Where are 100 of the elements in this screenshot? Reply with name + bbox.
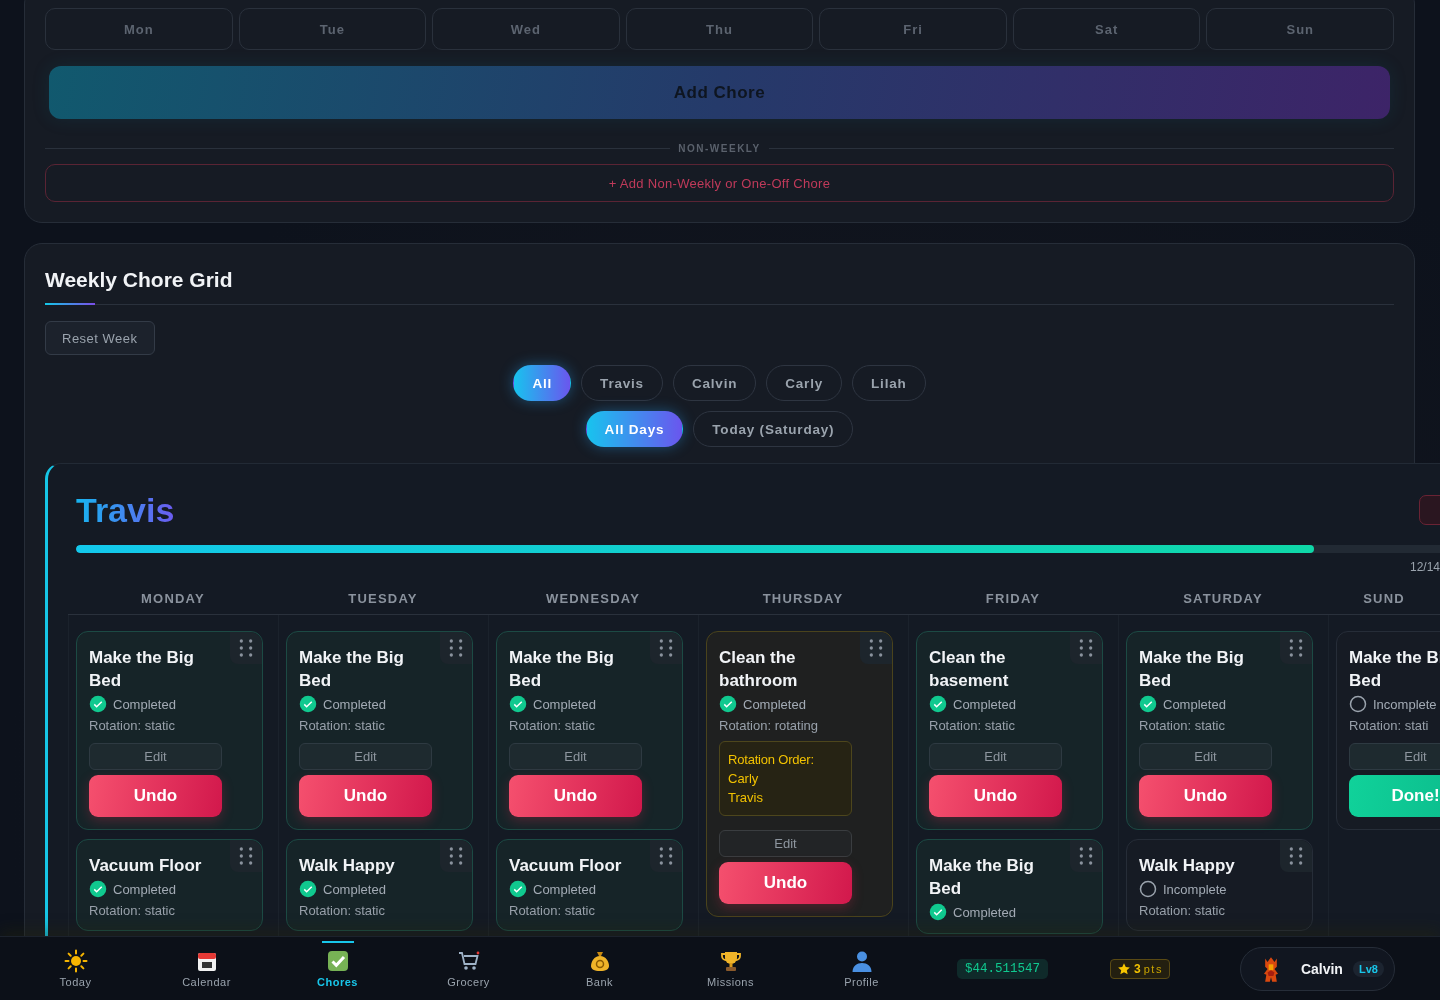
chore-title: Make the Big Bed [299,647,405,692]
add-non-weekly-button[interactable]: + Add Non-Weekly or One-Off Chore [45,164,1394,202]
chore-title: Make the Big Bed [509,647,615,692]
column-header: SUND [1362,590,1406,608]
title-underline [45,303,95,305]
drag-handle-icon[interactable] [230,632,262,664]
reset-week-button[interactable]: Reset Week [45,321,155,355]
drag-handle-icon[interactable] [1280,840,1312,872]
level-badge: Lv8 [1352,960,1384,977]
drag-handle-icon[interactable] [440,632,472,664]
edit-button[interactable]: Edit [1349,743,1440,770]
status-label: Completed [953,904,1016,920]
chore-title: Make the Big Bed [89,647,195,692]
drag-handle-icon[interactable] [1070,632,1102,664]
user-name: Calvin [1300,960,1343,977]
column-header: THURSDAY [761,590,845,608]
filter-pill[interactable]: Today (Saturday) [693,411,854,447]
checkbox-icon [325,949,350,973]
undo-button[interactable]: Undo [929,775,1062,817]
filter-pill[interactable]: Travis [581,365,663,401]
nav-tab[interactable]: Chores [272,937,403,1000]
status-label: Completed [1163,696,1226,712]
filter-pill[interactable]: All Days [585,411,684,447]
filter-pill[interactable]: Calvin [672,365,757,401]
nav-tab[interactable]: Missions [665,937,796,1000]
rotation-name: Travis [728,789,764,807]
user-chip[interactable]: Calvin Lv8 [1239,946,1395,991]
status-label: Completed [113,696,176,712]
rotation-name: Carly [728,770,760,788]
rotation-order-label: Rotation Order: [728,751,815,769]
nav-tab[interactable]: Profile [796,937,927,1000]
points-value: 3 [1134,961,1141,976]
filter-pill[interactable]: Lilah [852,365,926,401]
edit-button[interactable]: Edit [89,743,222,770]
drag-handle-icon[interactable] [230,840,262,872]
column-header: WEDNESDAY [544,590,642,608]
column-header: FRIDAY [984,590,1042,608]
chore-title: Vacuum Floor [89,855,203,877]
filter-pill[interactable]: Carly [766,365,843,401]
drag-handle-icon[interactable] [860,632,892,664]
edit-button[interactable]: Edit [509,743,642,770]
chore-title: Clean the bathroom [719,647,799,692]
day-toggle[interactable]: Mon [45,8,233,50]
rotation-label: Rotation: static [299,903,386,918]
rotation-label: Rotation: static [89,718,176,733]
day-toggle[interactable]: Sat [1012,8,1201,50]
drag-handle-icon[interactable] [650,632,682,664]
section-label: NON-WEEKLY [678,143,761,154]
day-toggle[interactable]: Tue [238,8,427,50]
status-label: Completed [743,696,806,712]
nav-tab[interactable]: Bank [534,937,665,1000]
status-label: Incomplete [1163,881,1227,897]
column-header: SATURDAY [1182,590,1264,608]
edit-button[interactable]: Edit [929,743,1062,770]
rotation-label: Rotation: stati [1349,718,1430,733]
star-icon [1117,961,1131,976]
undo-button[interactable]: Undo [299,775,432,817]
points-unit: pts [1143,962,1163,975]
filter-pill[interactable]: All [513,365,572,401]
edit-button[interactable]: Edit [299,743,432,770]
status-label: Completed [323,881,386,897]
progress-count: 12/14 [1409,560,1440,574]
rotation-label: Rotation: static [1139,903,1226,918]
edit-button[interactable]: Edit [1139,743,1272,770]
nav-tab[interactable]: Today [10,937,141,1000]
drag-handle-icon[interactable] [1070,840,1102,872]
chore-title: Clean the basement [929,647,1010,692]
rotation-label: Rotation: static [509,718,596,733]
nav-tab[interactable]: Calendar [141,937,272,1000]
edit-button[interactable]: Edit [719,830,852,857]
nav-tab[interactable]: Grocery [403,937,534,1000]
undo-button[interactable]: Undo [89,775,222,817]
rotation-label: Rotation: static [509,903,596,918]
day-toggle[interactable]: Thu [625,8,814,50]
chore-title: Vacuum Floor [509,855,623,877]
chore-title: Walk Happy [299,855,396,877]
drag-handle-icon[interactable] [1280,632,1312,664]
rotation-label: Rotation: rotating [719,718,819,733]
rotation-label: Rotation: static [299,718,386,733]
day-toggle[interactable]: Wed [432,8,620,50]
status-label: Completed [533,696,596,712]
chore-title: Make the Bi Bed [1349,647,1440,692]
day-toggle[interactable]: Sun [1206,8,1395,50]
status-label: Incomplete [1373,696,1437,712]
undo-button[interactable]: Undo [1139,775,1272,817]
column-header: MONDAY [140,590,206,608]
cart-icon [456,949,481,973]
undo-button[interactable]: Undo [719,862,852,904]
rotation-label: Rotation: static [929,718,1016,733]
drag-handle-icon[interactable] [440,840,472,872]
drag-handle-icon[interactable] [650,840,682,872]
column-header: TUESDAY [347,590,419,608]
sun-icon [63,949,88,973]
rotation-label: Rotation: static [89,903,176,918]
undo-button[interactable]: Undo [509,775,642,817]
status-label: Completed [323,696,386,712]
trophy-icon [718,949,743,973]
rotation-label: Rotation: static [1139,718,1226,733]
day-toggle[interactable]: Fri [819,8,1007,50]
chore-title: Make the Big Bed [929,855,1035,900]
